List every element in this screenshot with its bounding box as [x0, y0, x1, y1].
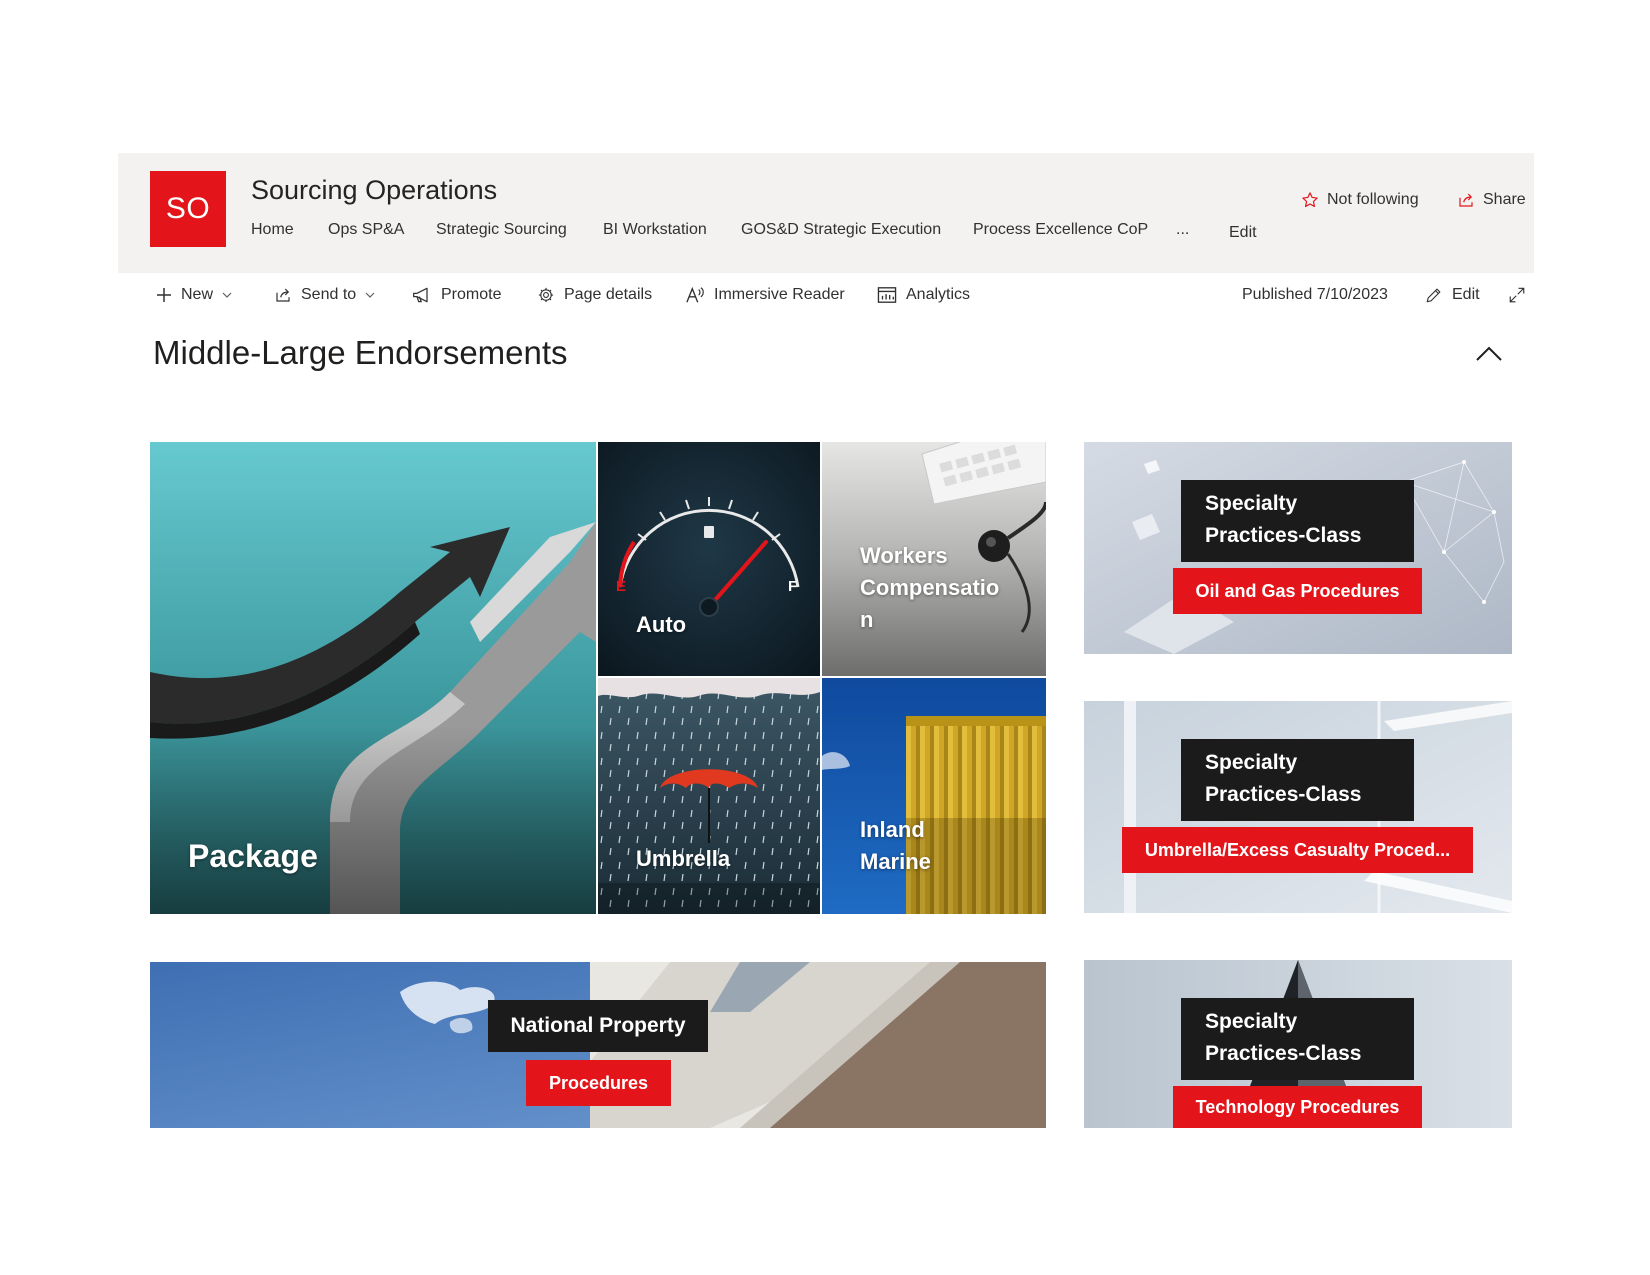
national-property-title: National Property	[488, 1000, 708, 1052]
technology-procedures-button[interactable]: Technology Procedures	[1173, 1086, 1422, 1128]
gear-icon	[538, 287, 554, 303]
tile-workers-comp-line3: n	[860, 607, 874, 632]
tile-auto-label: Auto	[636, 612, 687, 637]
specialty-banner-umbrella-excess[interactable]: Specialty Practices-Class Umbrella/Exces…	[1084, 701, 1512, 913]
page-details-button[interactable]: Page details	[537, 286, 652, 304]
shipping-container-image	[822, 678, 1046, 914]
specialty-title-1-line1: Specialty	[1205, 492, 1298, 515]
tile-inland-marine-line1: Inland	[860, 817, 925, 842]
collapse-button[interactable]	[1474, 342, 1504, 366]
analytics-icon	[877, 287, 897, 303]
analytics-button[interactable]: Analytics	[877, 286, 970, 304]
nav-more-button[interactable]: ...	[1176, 221, 1189, 239]
send-to-label: Send to	[301, 286, 357, 303]
immersive-reader-label: Immersive Reader	[714, 286, 845, 303]
tile-package-label: Package	[188, 838, 318, 874]
national-property-procedures-button[interactable]: Procedures	[526, 1060, 671, 1106]
tile-auto[interactable]: E F Auto	[598, 442, 820, 676]
follow-button[interactable]: Not following	[1301, 191, 1419, 209]
tile-package[interactable]: Package	[150, 442, 596, 914]
analytics-label: Analytics	[906, 286, 971, 303]
gauge-empty-label: E	[616, 578, 627, 595]
national-property-banner[interactable]: National Property Procedures	[150, 962, 1046, 1128]
specialty-title-3-line1: Specialty	[1205, 1010, 1298, 1033]
specialty-title-2-line2: Practices-Class	[1205, 783, 1362, 806]
specialty-title-3: Specialty Practices-Class	[1181, 998, 1414, 1080]
umbrella-excess-procedures-button[interactable]: Umbrella/Excess Casualty Proced...	[1122, 827, 1473, 873]
tile-umbrella[interactable]: Umbrella	[598, 678, 820, 914]
new-label: New	[181, 286, 214, 303]
expand-button[interactable]	[1508, 286, 1526, 304]
umbrella-rain-image	[598, 678, 820, 914]
tile-inland-marine-label: Inland Marine	[860, 814, 931, 878]
specialty-title-1: Specialty Practices-Class	[1181, 480, 1414, 562]
gauge-full-label: F	[788, 578, 798, 595]
published-label: Published 7/10/2023	[1242, 286, 1388, 303]
site-title[interactable]: Sourcing Operations	[251, 175, 497, 206]
site-logo[interactable]: SO	[150, 171, 226, 247]
specialty-title-3-line2: Practices-Class	[1205, 1042, 1362, 1065]
published-status: Published 7/10/2023	[1242, 286, 1388, 304]
plus-icon	[157, 288, 171, 302]
promote-label: Promote	[441, 286, 502, 303]
oil-gas-procedures-button[interactable]: Oil and Gas Procedures	[1173, 568, 1422, 614]
page-title: Middle-Large Endorsements	[153, 334, 568, 371]
command-bar: New Send to Promote Page details Immersi…	[118, 286, 1534, 314]
nav-item-home[interactable]: Home	[251, 221, 294, 239]
tile-workers-comp-line2: Compensatio	[860, 575, 1000, 600]
share-label: Share	[1483, 191, 1526, 208]
share-button[interactable]: Share	[1457, 191, 1526, 209]
specialty-banner-oil-gas[interactable]: Specialty Practices-Class Oil and Gas Pr…	[1084, 442, 1512, 654]
edit-page-button[interactable]: Edit	[1425, 286, 1480, 304]
follow-label: Not following	[1327, 191, 1419, 208]
tile-workers-comp-label: Workers Compensatio n	[860, 540, 999, 636]
tile-workers-comp-line1: Workers	[860, 543, 948, 568]
specialty-title-2-line1: Specialty	[1205, 751, 1298, 774]
tile-umbrella-label: Umbrella	[636, 846, 731, 871]
specialty-title-2: Specialty Practices-Class	[1181, 739, 1414, 821]
nav-item-process-excellence[interactable]: Process Excellence CoP	[973, 221, 1148, 239]
nav-item-gosd-strategic-execution[interactable]: GOS&D Strategic Execution	[741, 221, 941, 239]
edit-page-label: Edit	[1452, 286, 1480, 303]
specialty-title-1-line2: Practices-Class	[1205, 524, 1362, 547]
immersive-reader-icon	[686, 286, 704, 303]
page-details-label: Page details	[564, 286, 653, 303]
expand-icon	[1509, 287, 1525, 303]
star-icon	[1302, 192, 1318, 208]
promote-button[interactable]: Promote	[412, 286, 501, 304]
share-icon	[276, 288, 290, 302]
tile-workers-compensation[interactable]: Workers Compensatio n	[822, 442, 1046, 676]
site-header: SO Sourcing Operations Home Ops SP&A Str…	[118, 153, 1534, 273]
chevron-down-icon	[365, 292, 375, 298]
fuel-gauge-image	[598, 442, 820, 676]
share-icon	[1459, 193, 1473, 207]
tile-inland-marine[interactable]: Inland Marine	[822, 678, 1046, 914]
nav-item-strategic-sourcing[interactable]: Strategic Sourcing	[436, 221, 567, 239]
new-button[interactable]: New	[156, 286, 232, 304]
nav-item-bi-workstation[interactable]: BI Workstation	[603, 221, 707, 239]
megaphone-icon	[413, 287, 428, 303]
nav-edit-link[interactable]: Edit	[1229, 224, 1257, 242]
specialty-banner-technology[interactable]: Specialty Practices-Class Technology Pro…	[1084, 960, 1512, 1128]
immersive-reader-button[interactable]: Immersive Reader	[685, 286, 845, 304]
send-to-button[interactable]: Send to	[274, 286, 375, 304]
nav-item-ops-spa[interactable]: Ops SP&A	[328, 221, 404, 239]
chevron-down-icon	[222, 292, 232, 298]
pencil-icon	[1426, 288, 1441, 303]
chevron-up-icon	[1476, 346, 1502, 361]
tile-inland-marine-line2: Marine	[860, 849, 931, 874]
